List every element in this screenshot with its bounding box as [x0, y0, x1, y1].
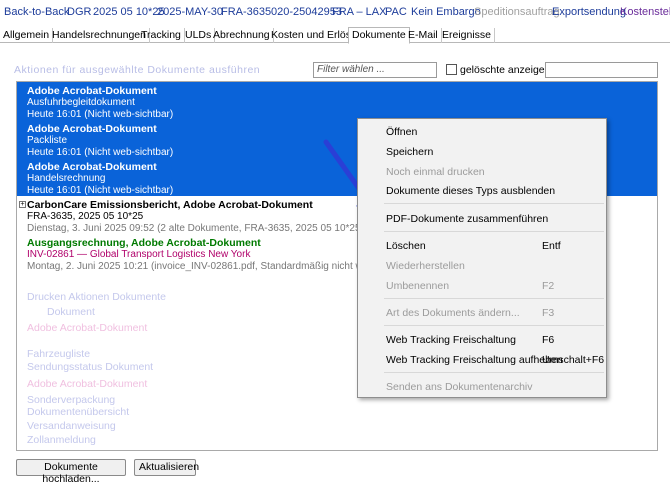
shipment-info-bar: Back-to-Back DGR 2025 05 10*25 2025-MAY-… — [0, 0, 670, 24]
ghost-row: Adobe Acrobat-Dokument — [27, 378, 148, 390]
document-item[interactable]: Adobe Acrobat-Dokument Packliste Heute 1… — [27, 123, 173, 159]
tab-abrechnung[interactable]: Abrechnung — [210, 28, 274, 43]
menu-separator — [384, 203, 604, 204]
info-route[interactable]: FRA – LAX — [332, 6, 386, 18]
ghost-row: Sonderverpackung — [27, 394, 116, 406]
info-date[interactable]: 2025-MAY-30 — [157, 6, 223, 18]
info-cost-center[interactable]: Kostenstelle — [620, 6, 670, 18]
menu-item-delete[interactable]: Löschen Entf — [358, 236, 606, 256]
menu-separator — [384, 231, 604, 232]
menu-item-restore[interactable]: Wiederherstellen — [358, 256, 606, 276]
show-deleted-checkbox[interactable] — [446, 64, 457, 75]
tab-allgemein[interactable]: Allgemein — [0, 28, 54, 43]
menu-item-merge-pdf[interactable]: PDF-Dokumente zusammenführen — [358, 209, 606, 229]
tab-tracking[interactable]: Tracking — [138, 28, 185, 43]
info-back-to-back[interactable]: Back-to-Back — [4, 6, 69, 18]
menu-item-reprint[interactable]: Noch einmal drucken — [358, 162, 606, 182]
document-title: Adobe Acrobat-Dokument — [27, 85, 157, 97]
menu-item-hide-type[interactable]: Dokumente dieses Typs ausblenden — [358, 181, 606, 201]
document-item[interactable]: Adobe Acrobat-Dokument Handelsrechnung H… — [27, 161, 173, 197]
upload-documents-button[interactable]: Dokumente hochladen... — [16, 459, 126, 485]
document-subtitle: Packliste — [27, 135, 68, 146]
menu-item-rename[interactable]: Umbenennen F2 — [358, 276, 606, 296]
ghost-row: Adobe Acrobat-Dokument — [27, 322, 148, 334]
document-item[interactable]: Adobe Acrobat-Dokument Ausfuhrbegleitdok… — [27, 85, 173, 121]
tab-handelsrechnungen[interactable]: Handelsrechnungen — [49, 28, 150, 43]
document-title: Ausgangsrechnung, Adobe Acrobat-Dokument — [27, 237, 261, 249]
document-item[interactable]: Ausgangsrechnung, Adobe Acrobat-Dokument… — [27, 237, 409, 273]
ghost-row: Drucken Aktionen Dokumente — [27, 291, 166, 303]
ghost-row: Versandanweisung — [27, 420, 116, 432]
info-dgr[interactable]: DGR — [67, 6, 91, 18]
document-subtitle: INV-02861 — Global Transport Logistics N… — [27, 249, 251, 260]
show-deleted-label: gelöschte anzeigen — [460, 64, 551, 76]
menu-item-open[interactable]: Öffnen — [358, 122, 606, 142]
info-embargo[interactable]: Kein Embargo — [411, 6, 481, 18]
tab-email[interactable]: E-Mail — [405, 28, 442, 43]
ghost-row: Sendungsstatus Dokument — [27, 361, 154, 373]
ghost-row: Dokument — [47, 306, 95, 318]
document-meta: Heute 16:01 (Nicht web-sichtbar) — [27, 147, 174, 158]
info-pac[interactable]: PAC — [385, 6, 407, 18]
menu-item-web-tracking-enable[interactable]: Web Tracking Freischaltung F6 — [358, 330, 606, 350]
menu-item-web-tracking-disable[interactable]: Web Tracking Freischaltung aufheben Umsch… — [358, 350, 606, 370]
refresh-button[interactable]: Aktualisieren — [134, 459, 199, 476]
ghost-row: Fahrzeugliste — [27, 348, 91, 360]
menu-item-send-archive[interactable]: Senden ans Dokumentenarchiv — [358, 377, 606, 397]
info-export[interactable]: Exportsendung — [552, 6, 626, 18]
menu-item-change-type[interactable]: Art des Dokuments ändern... F3 — [358, 303, 606, 323]
expand-icon[interactable]: + — [19, 201, 26, 208]
document-meta: Heute 16:01 (Nicht web-sichtbar) — [27, 185, 174, 196]
menu-separator — [384, 372, 604, 373]
ghost-row: Zollanmeldung — [27, 434, 96, 446]
tab-ereignisse[interactable]: Ereignisse — [439, 28, 496, 43]
search-input[interactable] — [545, 62, 658, 78]
context-menu: Öffnen Speichern Noch einmal drucken Dok… — [357, 118, 607, 398]
document-meta: Heute 16:01 (Nicht web-sichtbar) — [27, 109, 174, 120]
tab-bar: Allgemein Handelsrechnungen Tracking ULD… — [0, 27, 670, 44]
blurred-action-hint: Aktionen für ausgewählte Dokumente ausfü… — [14, 64, 261, 76]
document-title: Adobe Acrobat-Dokument — [27, 161, 157, 173]
tab-dokumente[interactable]: Dokumente — [348, 27, 410, 44]
menu-separator — [384, 325, 604, 326]
info-forwarding-order[interactable]: Speditionsauftrag — [474, 6, 560, 18]
menu-separator — [384, 298, 604, 299]
document-subtitle: Ausfuhrbegleitdokument — [27, 97, 135, 108]
info-reference[interactable]: 2025 05 10*25 — [93, 6, 165, 18]
document-subtitle: Handelsrechnung — [27, 173, 106, 184]
document-title: Adobe Acrobat-Dokument — [27, 123, 157, 135]
menu-item-save[interactable]: Speichern — [358, 142, 606, 162]
tab-kosten-und-erloese[interactable]: Kosten und Erlöse — [268, 28, 361, 43]
info-file-number[interactable]: FRA-3635 — [221, 6, 271, 18]
filter-input[interactable]: Filter wählen ... — [313, 62, 437, 78]
ghost-row: Dokumentenübersicht — [27, 406, 130, 418]
document-meta: Montag, 2. Juni 2025 10:21 (invoice_INV-… — [27, 261, 409, 272]
